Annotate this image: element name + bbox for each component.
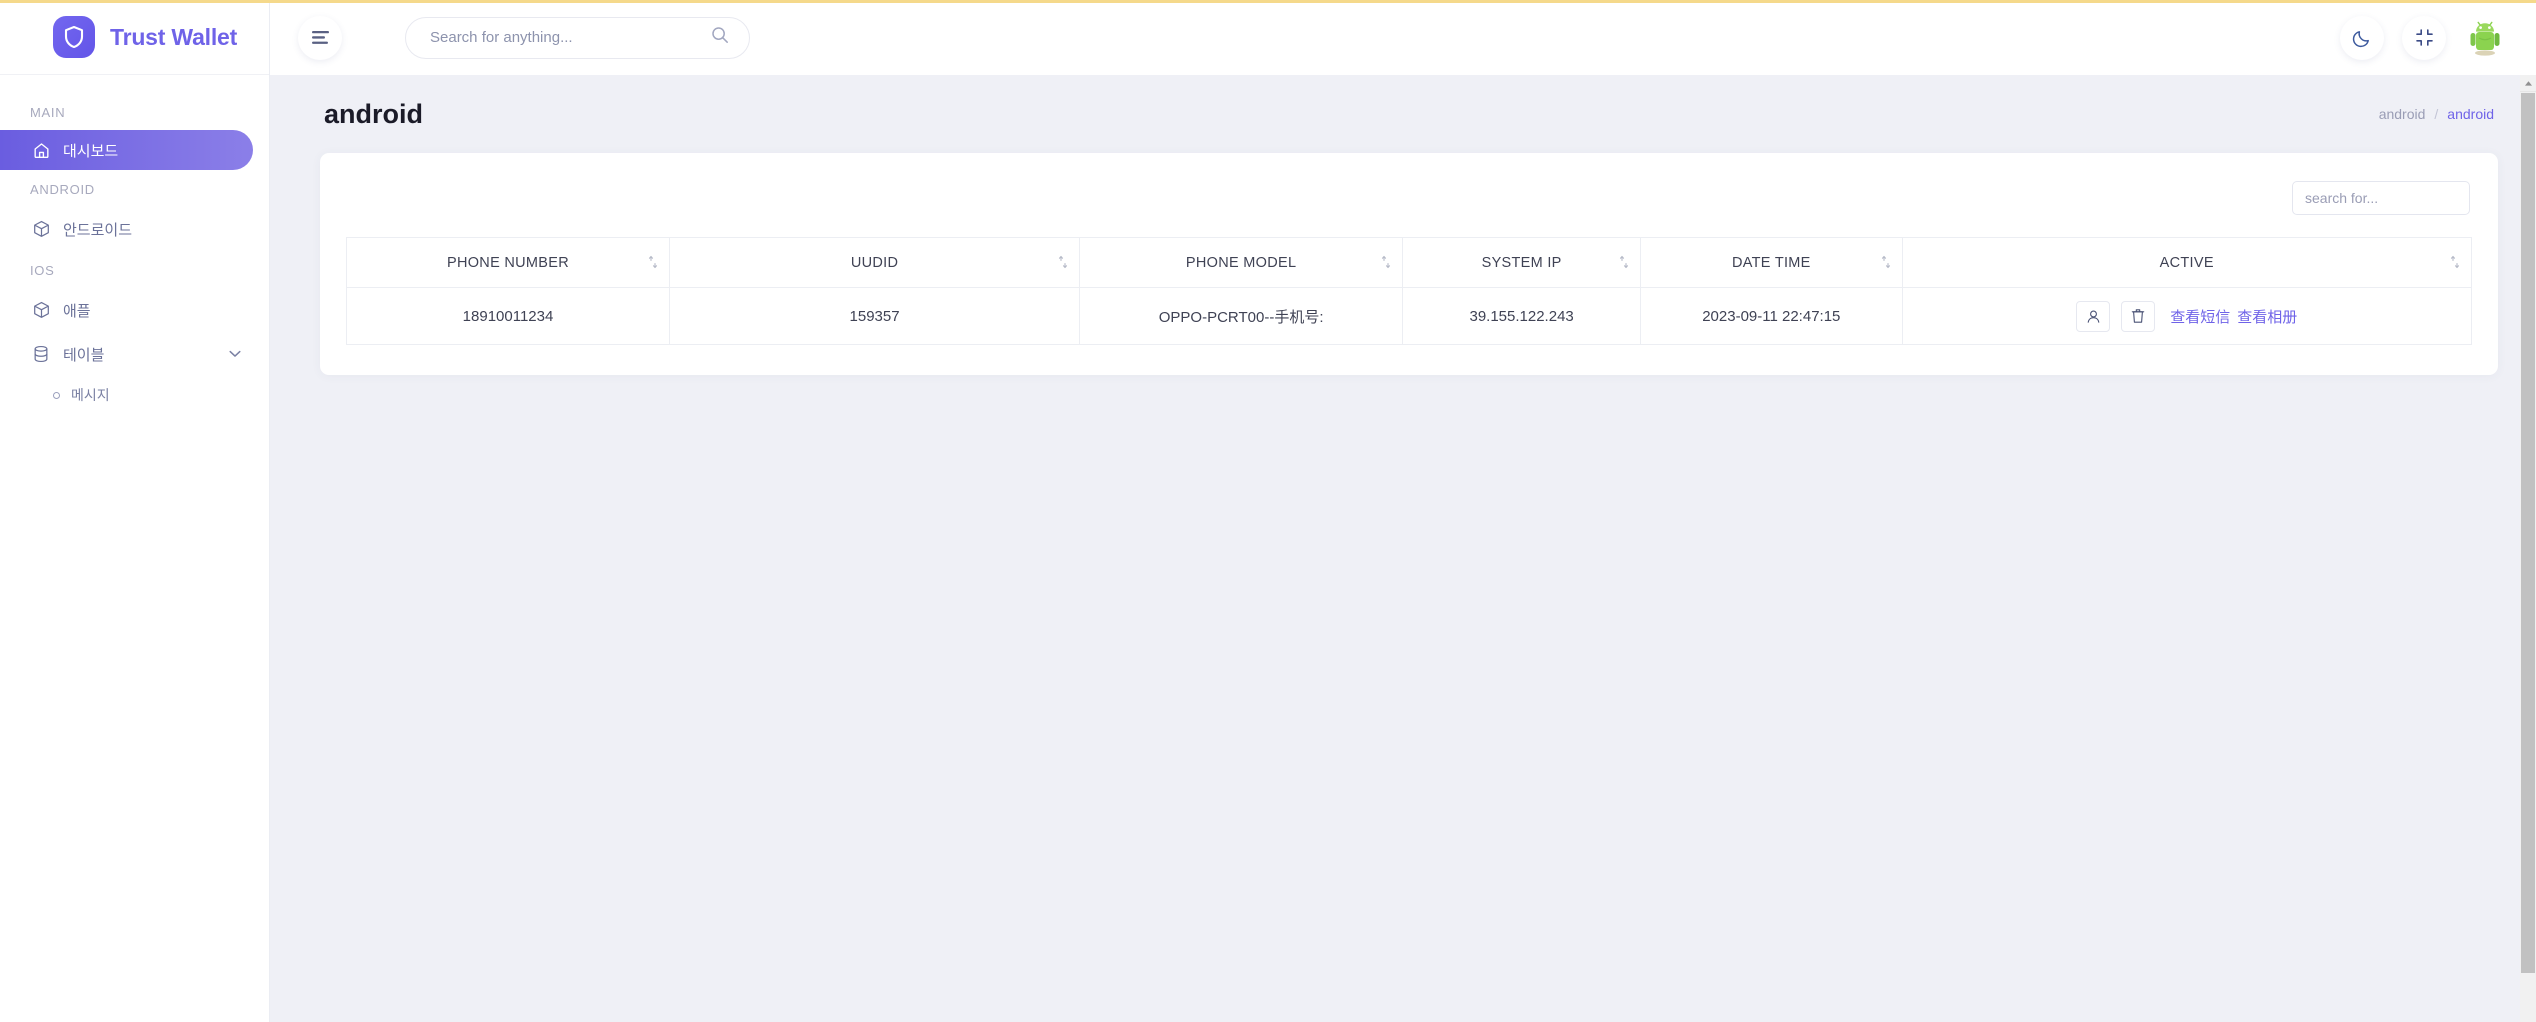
- android-robot-avatar[interactable]: [2464, 17, 2506, 59]
- box-icon: [30, 299, 52, 321]
- sort-updown-icon[interactable]: [1881, 255, 1891, 271]
- box-icon: [30, 218, 52, 240]
- column-header-label: UUDID: [850, 254, 899, 271]
- trash-icon[interactable]: [2121, 300, 2156, 332]
- sort-updown-icon[interactable]: [1381, 255, 1391, 271]
- breadcrumb: android / android: [2379, 106, 2494, 122]
- nav-caption-android: ANDROID: [30, 182, 95, 197]
- search-input[interactable]: [430, 29, 711, 46]
- column-header-phone-number[interactable]: PHONE NUMBER: [346, 237, 670, 288]
- sidebar: Trust Wallet MAIN 대시보드 ANDROID 안드로이드 IOS…: [0, 0, 270, 1022]
- cell-date-time: 2023-09-11 22:47:15: [1640, 287, 1903, 345]
- row-actions: 查看短信 查看相册: [1917, 300, 2458, 332]
- table-head: PHONE NUMBER UUDID PHONE MODEL SYSTEM IP…: [346, 237, 2472, 288]
- top-header: [270, 0, 2536, 75]
- table-header-row: PHONE NUMBER UUDID PHONE MODEL SYSTEM IP…: [346, 237, 2472, 288]
- brand-logo-area[interactable]: Trust Wallet: [0, 0, 269, 75]
- column-header-label: PHONE NUMBER: [446, 254, 570, 271]
- top-accent-strip: [0, 0, 2536, 3]
- compress-icon[interactable]: [2402, 15, 2446, 60]
- sidebar-item-label-tables: 테이블: [63, 346, 105, 364]
- caret-up-icon[interactable]: [2520, 75, 2536, 92]
- shield-icon: [53, 16, 95, 58]
- sort-updown-icon[interactable]: [648, 255, 658, 271]
- search-icon[interactable]: [711, 26, 729, 49]
- moon-icon[interactable]: [2340, 15, 2384, 60]
- sidebar-subitem-messages[interactable]: 메시지: [0, 376, 269, 414]
- column-header-label: PHONE MODEL: [1185, 254, 1297, 271]
- scrollbar-thumb[interactable]: [2521, 93, 2535, 973]
- cell-phone-number: 18910011234: [346, 287, 670, 345]
- nav-caption-main: MAIN: [30, 105, 66, 120]
- sidebar-nav: MAIN 대시보드 ANDROID 안드로이드 IOS 애플 테이블 메시지: [0, 75, 269, 414]
- column-header-label: DATE TIME: [1731, 254, 1811, 271]
- sort-updown-icon[interactable]: [1058, 255, 1068, 271]
- breadcrumb-root: android: [2378, 106, 2426, 122]
- cell-system-ip: 39.155.122.243: [1402, 287, 1642, 345]
- column-header-active[interactable]: ACTIVE: [1902, 237, 2472, 288]
- column-header-label: ACTIVE: [2159, 254, 2214, 271]
- sidebar-item-label-apple: 애플: [63, 302, 91, 320]
- sidebar-item-dashboard[interactable]: 대시보드: [0, 130, 253, 170]
- column-header-uudid[interactable]: UUDID: [669, 237, 1081, 288]
- sidebar-item-tables[interactable]: 테이블: [0, 332, 269, 376]
- view-album-link[interactable]: 查看相册: [2237, 306, 2297, 327]
- brand-name: Trust Wallet: [110, 23, 238, 50]
- table-toolbar: [346, 179, 2472, 237]
- breadcrumb-current[interactable]: android: [2447, 106, 2494, 122]
- table-row[interactable]: 18910011234 159357 OPPO-PCRT00--手机号: 39.…: [346, 287, 2472, 345]
- data-table: PHONE NUMBER UUDID PHONE MODEL SYSTEM IP…: [346, 237, 2472, 345]
- main-column: android android / android: [270, 0, 2536, 1022]
- cell-phone-model: OPPO-PCRT00--手机号:: [1079, 287, 1404, 345]
- view-sms-link[interactable]: 查看短信: [2170, 306, 2230, 327]
- page-header: android android / android: [320, 75, 2498, 153]
- sidebar-item-label-android: 안드로이드: [63, 221, 133, 239]
- nav-caption-ios: IOS: [30, 263, 55, 278]
- table-body: 18910011234 159357 OPPO-PCRT00--手机号: 39.…: [346, 287, 2472, 345]
- sidebar-item-android[interactable]: 안드로이드: [0, 207, 269, 251]
- cell-active: 查看短信 查看相册: [1901, 287, 2472, 345]
- column-header-system-ip[interactable]: SYSTEM IP: [1402, 237, 1642, 288]
- hamburger-menu-icon[interactable]: [298, 15, 342, 60]
- breadcrumb-separator: /: [2434, 106, 2439, 122]
- bullet-icon: [53, 391, 60, 399]
- chevron-down-icon[interactable]: [229, 350, 241, 358]
- database-icon: [30, 343, 52, 365]
- column-header-date-time[interactable]: DATE TIME: [1640, 237, 1903, 288]
- cell-uudid: 159357: [668, 287, 1081, 345]
- row-action-links: 查看短信 查看相册: [2170, 306, 2297, 327]
- sidebar-subitem-label-messages: 메시지: [71, 387, 110, 403]
- page-title: android: [324, 98, 423, 129]
- header-actions: [2340, 15, 2506, 60]
- sidebar-item-apple[interactable]: 애플: [0, 288, 269, 332]
- column-header-phone-model[interactable]: PHONE MODEL: [1079, 237, 1404, 288]
- table-card: PHONE NUMBER UUDID: [320, 153, 2498, 375]
- column-header-label: SYSTEM IP: [1481, 254, 1562, 271]
- app-root: Trust Wallet MAIN 대시보드 ANDROID 안드로이드 IOS…: [0, 0, 2536, 1022]
- sort-updown-icon[interactable]: [2450, 255, 2460, 271]
- user-icon[interactable]: [2076, 300, 2111, 332]
- page-scrollbar[interactable]: [2520, 75, 2536, 1022]
- table-search-input[interactable]: [2292, 181, 2470, 215]
- page-content: android android / android search for... …: [270, 75, 2536, 1022]
- sort-updown-icon[interactable]: [1619, 255, 1629, 271]
- home-icon: [30, 139, 52, 161]
- sidebar-item-label-dashboard: 대시보드: [63, 142, 119, 160]
- global-search[interactable]: [405, 16, 750, 59]
